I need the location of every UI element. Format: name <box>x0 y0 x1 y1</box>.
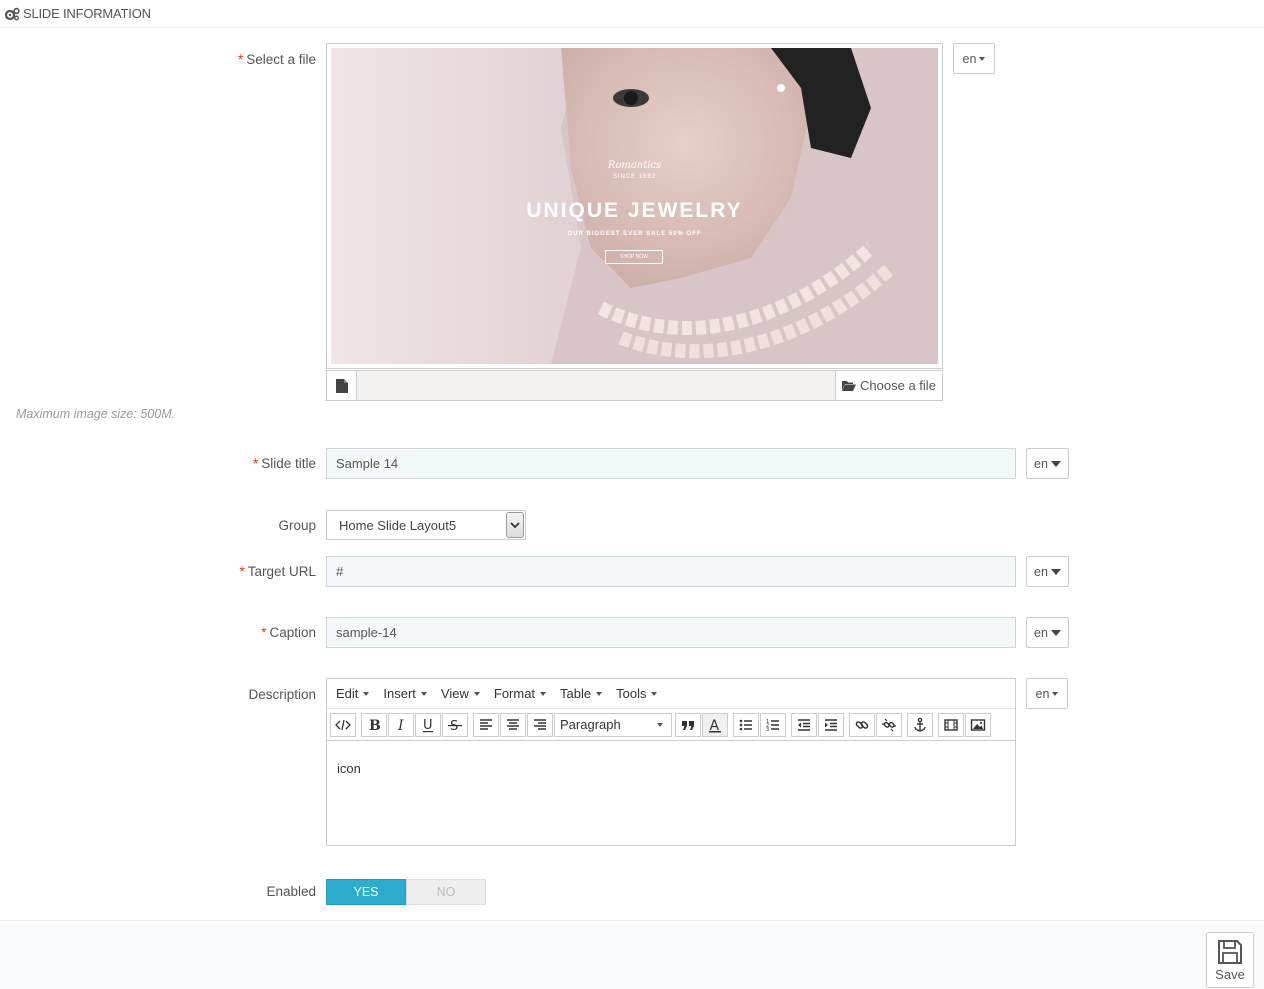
caret-down-icon <box>363 691 370 696</box>
slide-title-label: * Slide title <box>252 456 316 471</box>
banner-badge: Romantics <box>607 160 662 171</box>
banner-badge-sub: SINCE 1892 <box>612 174 657 180</box>
caret-down-icon <box>1050 629 1061 636</box>
enabled-no-option[interactable]: NO <box>406 879 486 905</box>
cogs-icon <box>4 7 20 20</box>
unlink-icon[interactable] <box>876 712 902 737</box>
svg-text:U: U <box>423 718 433 733</box>
panel-heading: SLIDE INFORMATION <box>0 0 1264 28</box>
menu-edit[interactable]: Edit <box>336 686 370 701</box>
floppy-disk-icon <box>1218 939 1242 964</box>
svg-text:I: I <box>397 718 404 733</box>
caret-down-icon <box>540 691 547 696</box>
menu-insert[interactable]: Insert <box>383 686 427 701</box>
bold-icon[interactable]: B <box>361 712 387 737</box>
target-url-input[interactable]: # <box>326 556 1016 587</box>
paragraph-format-dropdown[interactable]: Paragraph <box>554 712 672 737</box>
file-name-field[interactable] <box>357 371 835 400</box>
target-url-lang-dropdown[interactable]: en <box>1026 556 1069 587</box>
svg-text:B: B <box>369 718 381 733</box>
menu-format[interactable]: Format <box>494 686 547 701</box>
panel-title: SLIDE INFORMATION <box>23 6 151 21</box>
svg-text:3: 3 <box>766 727 769 733</box>
align-right-icon[interactable] <box>527 712 553 737</box>
target-url-label: * Target URL <box>239 564 316 579</box>
caret-down-icon <box>473 691 480 696</box>
menu-tools[interactable]: Tools <box>616 686 658 701</box>
align-left-icon[interactable] <box>473 712 499 737</box>
group-label: Group <box>278 518 316 533</box>
svg-text:A: A <box>710 718 720 733</box>
outdent-icon[interactable] <box>791 712 817 737</box>
bullet-list-icon[interactable] <box>733 712 759 737</box>
folder-open-icon <box>842 381 857 391</box>
indent-icon[interactable] <box>818 712 844 737</box>
image-icon[interactable] <box>965 712 991 737</box>
caret-down-icon <box>979 56 986 61</box>
banner-headline: UNIQUE JEWELRY <box>526 199 743 222</box>
caret-down-icon <box>596 691 603 696</box>
text-color-icon[interactable]: A <box>702 712 728 737</box>
caret-down-icon <box>651 691 658 696</box>
group-select[interactable]: Home Slide Layout5 <box>326 510 526 540</box>
description-label: Description <box>248 687 316 702</box>
caption-input[interactable]: sample-14 <box>326 617 1016 648</box>
max-size-hint: Maximum image size: 500M. <box>16 407 176 421</box>
select-file-label: * Select a file <box>237 52 316 67</box>
caption-lang-dropdown[interactable]: en <box>1026 617 1069 648</box>
file-upload-row: Choose a file <box>326 370 943 401</box>
link-icon[interactable] <box>849 712 875 737</box>
file-icon <box>327 371 357 400</box>
editor-toolbar: B I U S Paragraph A 123 <box>327 709 1015 741</box>
strikethrough-icon[interactable]: S <box>442 712 468 737</box>
save-button[interactable]: Save <box>1206 932 1254 988</box>
video-icon[interactable] <box>938 712 964 737</box>
blockquote-icon[interactable] <box>675 712 701 737</box>
code-icon[interactable] <box>330 712 356 737</box>
menu-view[interactable]: View <box>441 686 480 701</box>
align-center-icon[interactable] <box>500 712 526 737</box>
slide-title-lang-dropdown[interactable]: en <box>1026 448 1069 479</box>
editor-content-area[interactable]: icon <box>327 741 1015 796</box>
caption-label: * Caption <box>261 625 316 640</box>
enabled-toggle: YES NO <box>326 879 486 905</box>
caret-down-icon <box>420 691 427 696</box>
banner-cta: SHOP NOW <box>605 250 663 264</box>
menu-table[interactable]: Table <box>560 686 603 701</box>
slide-image-preview: Romantics SINCE 1892 UNIQUE JEWELRY OUR … <box>326 43 943 369</box>
select-file-lang-dropdown[interactable]: en <box>953 43 995 74</box>
caret-down-icon <box>1050 568 1061 575</box>
anchor-icon[interactable] <box>907 712 933 737</box>
panel-footer: Save <box>0 920 1264 989</box>
description-editor: Edit Insert View Format Table Tools B I … <box>326 678 1016 846</box>
underline-icon[interactable]: U <box>415 712 441 737</box>
select-arrow-icon <box>506 512 524 538</box>
enabled-label: Enabled <box>266 884 316 899</box>
description-lang-dropdown[interactable]: en <box>1026 678 1068 709</box>
caret-down-icon <box>657 722 663 727</box>
caret-down-icon <box>1050 460 1061 467</box>
caret-down-icon <box>1052 691 1059 696</box>
numbered-list-icon[interactable]: 123 <box>760 712 786 737</box>
italic-icon[interactable]: I <box>388 712 414 737</box>
choose-file-button[interactable]: Choose a file <box>835 371 942 400</box>
enabled-yes-option[interactable]: YES <box>326 879 406 905</box>
slide-title-input[interactable]: Sample 14 <box>326 448 1016 479</box>
editor-menubar: Edit Insert View Format Table Tools <box>327 679 1015 709</box>
banner-subline: OUR BIGGEST EVER SALE 50% OFF <box>567 231 702 237</box>
